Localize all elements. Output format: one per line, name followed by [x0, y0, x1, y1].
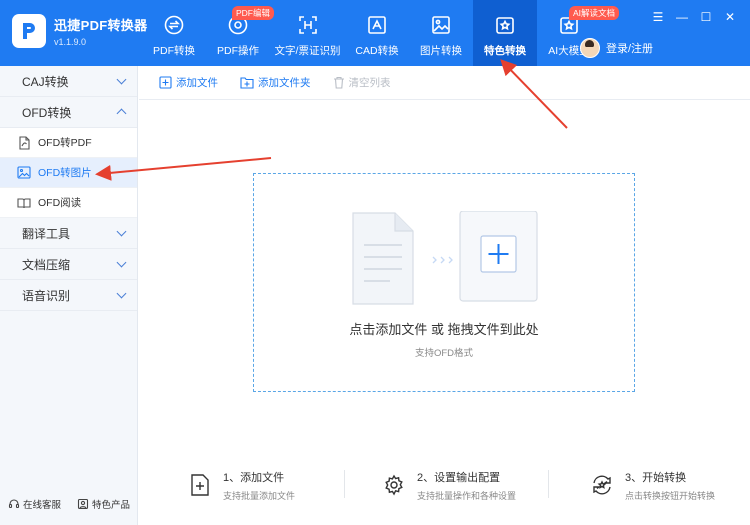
add-file-illustration — [352, 211, 538, 305]
book-icon — [17, 196, 31, 210]
app-logo-icon — [12, 14, 46, 48]
gift-icon — [77, 498, 89, 510]
dropzone-title: 点击添加文件 或 拖拽文件到此处 — [349, 322, 539, 337]
top-nav: PDF转换 PDF编辑 PDF操作 文字/票证识别 CAD转换 图片转换 特色转… — [142, 0, 620, 66]
sidebar-item-ofd-reader[interactable]: OFD阅读 — [0, 188, 137, 218]
pdf-file-icon — [17, 135, 31, 150]
nav-cad[interactable]: CAD转换 — [345, 0, 409, 66]
menu-icon[interactable]: ☰ — [646, 8, 670, 26]
sidebar-group-label: CAJ转换 — [22, 74, 69, 89]
step-start-convert: 3、开始转换 点击转换按钮开始转换 — [549, 460, 749, 510]
step-output-settings: 2、设置输出配置 支持批量操作和各种设置 — [345, 460, 548, 510]
step-desc: 支持批量添加文件 — [223, 490, 296, 501]
sidebar-group-label: 翻译工具 — [22, 226, 71, 241]
sidebar-group-label: OFD转换 — [22, 105, 72, 120]
cad-icon — [364, 12, 390, 38]
add-file-label: 添加文件 — [176, 77, 218, 89]
chevron-down-icon — [116, 288, 127, 299]
ocr-icon — [295, 12, 321, 38]
sidebar-item-ofd-to-image[interactable]: OFD转图片 — [0, 158, 137, 188]
chevron-down-icon — [116, 226, 127, 237]
nav-label: 图片转换 — [420, 45, 462, 57]
featured-products-button[interactable]: 特色产品 — [77, 497, 130, 511]
minimize-icon[interactable]: — — [670, 8, 694, 26]
sidebar-item-label: OFD转PDF — [38, 137, 92, 149]
add-file-icon — [159, 76, 172, 89]
chevron-down-icon — [116, 257, 127, 268]
step-title: 1、添加文件 — [223, 471, 285, 484]
maximize-icon[interactable]: ☐ — [694, 8, 718, 26]
nav-label: PDF操作 — [217, 45, 259, 57]
sidebar-item-ofd-to-pdf[interactable]: OFD转PDF — [0, 128, 137, 158]
online-service-button[interactable]: 在线客服 — [8, 497, 61, 511]
nav-ocr[interactable]: 文字/票证识别 — [270, 0, 345, 66]
nav-label: PDF转换 — [153, 45, 195, 57]
special-convert-icon — [492, 12, 518, 38]
close-icon[interactable]: ✕ — [718, 8, 742, 26]
dropzone-subtitle: 支持OFD格式 — [414, 348, 474, 359]
gear-icon — [381, 472, 407, 498]
sidebar-footer: 在线客服 特色产品 — [0, 497, 138, 511]
step-desc: 支持批量操作和各种设置 — [417, 490, 517, 501]
nav-image[interactable]: 图片转换 — [409, 0, 473, 66]
login-label: 登录/注册 — [606, 43, 654, 55]
add-folder-label: 添加文件夹 — [258, 77, 311, 89]
image-icon — [428, 12, 454, 38]
clear-list-label: 清空列表 — [348, 77, 391, 89]
headset-icon — [8, 499, 20, 509]
add-folder-icon — [240, 77, 254, 89]
window-controls: ☰ — ☐ ✕ — [646, 8, 742, 26]
sidebar-group-label: 文档压缩 — [22, 257, 71, 272]
login-button[interactable]: 登录/注册 — [580, 38, 653, 58]
chevron-down-icon — [116, 74, 127, 85]
featured-products-label: 特色产品 — [91, 500, 130, 511]
trash-icon — [333, 76, 344, 89]
steps-bar: 1、添加文件 支持批量添加文件 2、设置输出配置 支持批量操作和各种设置 3、开… — [139, 460, 750, 510]
sidebar-item-label: OFD阅读 — [38, 197, 82, 209]
step-title: 3、开始转换 — [625, 471, 687, 484]
step-desc: 点击转换按钮开始转换 — [625, 490, 716, 501]
sidebar-group-ofd[interactable]: OFD转换 — [0, 97, 137, 128]
nav-special-convert[interactable]: 特色转换 — [473, 0, 537, 66]
add-folder-button[interactable]: 添加文件夹 — [240, 75, 311, 90]
sidebar-group-speech[interactable]: 语音识别 — [0, 280, 137, 311]
sidebar-group-caj[interactable]: CAJ转换 — [0, 66, 137, 97]
add-document-icon — [187, 472, 213, 498]
add-file-button[interactable]: 添加文件 — [159, 75, 218, 90]
avatar — [580, 38, 600, 58]
brand: 迅捷PDF转换器 v1.1.9.0 — [12, 14, 147, 48]
sidebar: CAJ转换 OFD转换 OFD转PDF OFD转图片 OFD阅读 翻译工具 文档… — [0, 66, 138, 525]
nav-badge: AI解读文档 — [569, 6, 620, 20]
app-name: 迅捷PDF转换器 — [54, 18, 148, 33]
sidebar-group-compress[interactable]: 文档压缩 — [0, 249, 137, 280]
nav-label: 文字/票证识别 — [274, 45, 341, 57]
nav-badge: PDF编辑 — [232, 6, 275, 20]
file-dropzone[interactable]: 点击添加文件 或 拖拽文件到此处 支持OFD格式 — [253, 173, 635, 392]
app-version: v1.1.9.0 — [54, 37, 87, 47]
step-title: 2、设置输出配置 — [417, 471, 501, 484]
chevron-up-icon — [116, 108, 127, 119]
nav-label: CAD转换 — [355, 45, 399, 57]
pdf-convert-icon — [161, 12, 187, 38]
online-service-label: 在线客服 — [22, 500, 61, 511]
sidebar-group-label: 语音识别 — [22, 288, 71, 303]
sidebar-group-translate[interactable]: 翻译工具 — [0, 218, 137, 249]
nav-pdf-convert[interactable]: PDF转换 — [142, 0, 206, 66]
step-add-file: 1、添加文件 支持批量添加文件 — [139, 460, 344, 510]
convert-icon — [589, 472, 615, 498]
clear-list-button[interactable]: 清空列表 — [333, 75, 391, 90]
sidebar-item-label: OFD转图片 — [38, 167, 92, 179]
title-bar: 迅捷PDF转换器 v1.1.9.0 PDF转换 PDF编辑 PDF操作 文字/票… — [0, 0, 750, 66]
toolbar: 添加文件 添加文件夹 清空列表 — [139, 66, 750, 100]
nav-pdf-operate[interactable]: PDF编辑 PDF操作 — [206, 0, 275, 66]
image-file-icon — [17, 166, 31, 180]
nav-label: 特色转换 — [484, 45, 526, 57]
